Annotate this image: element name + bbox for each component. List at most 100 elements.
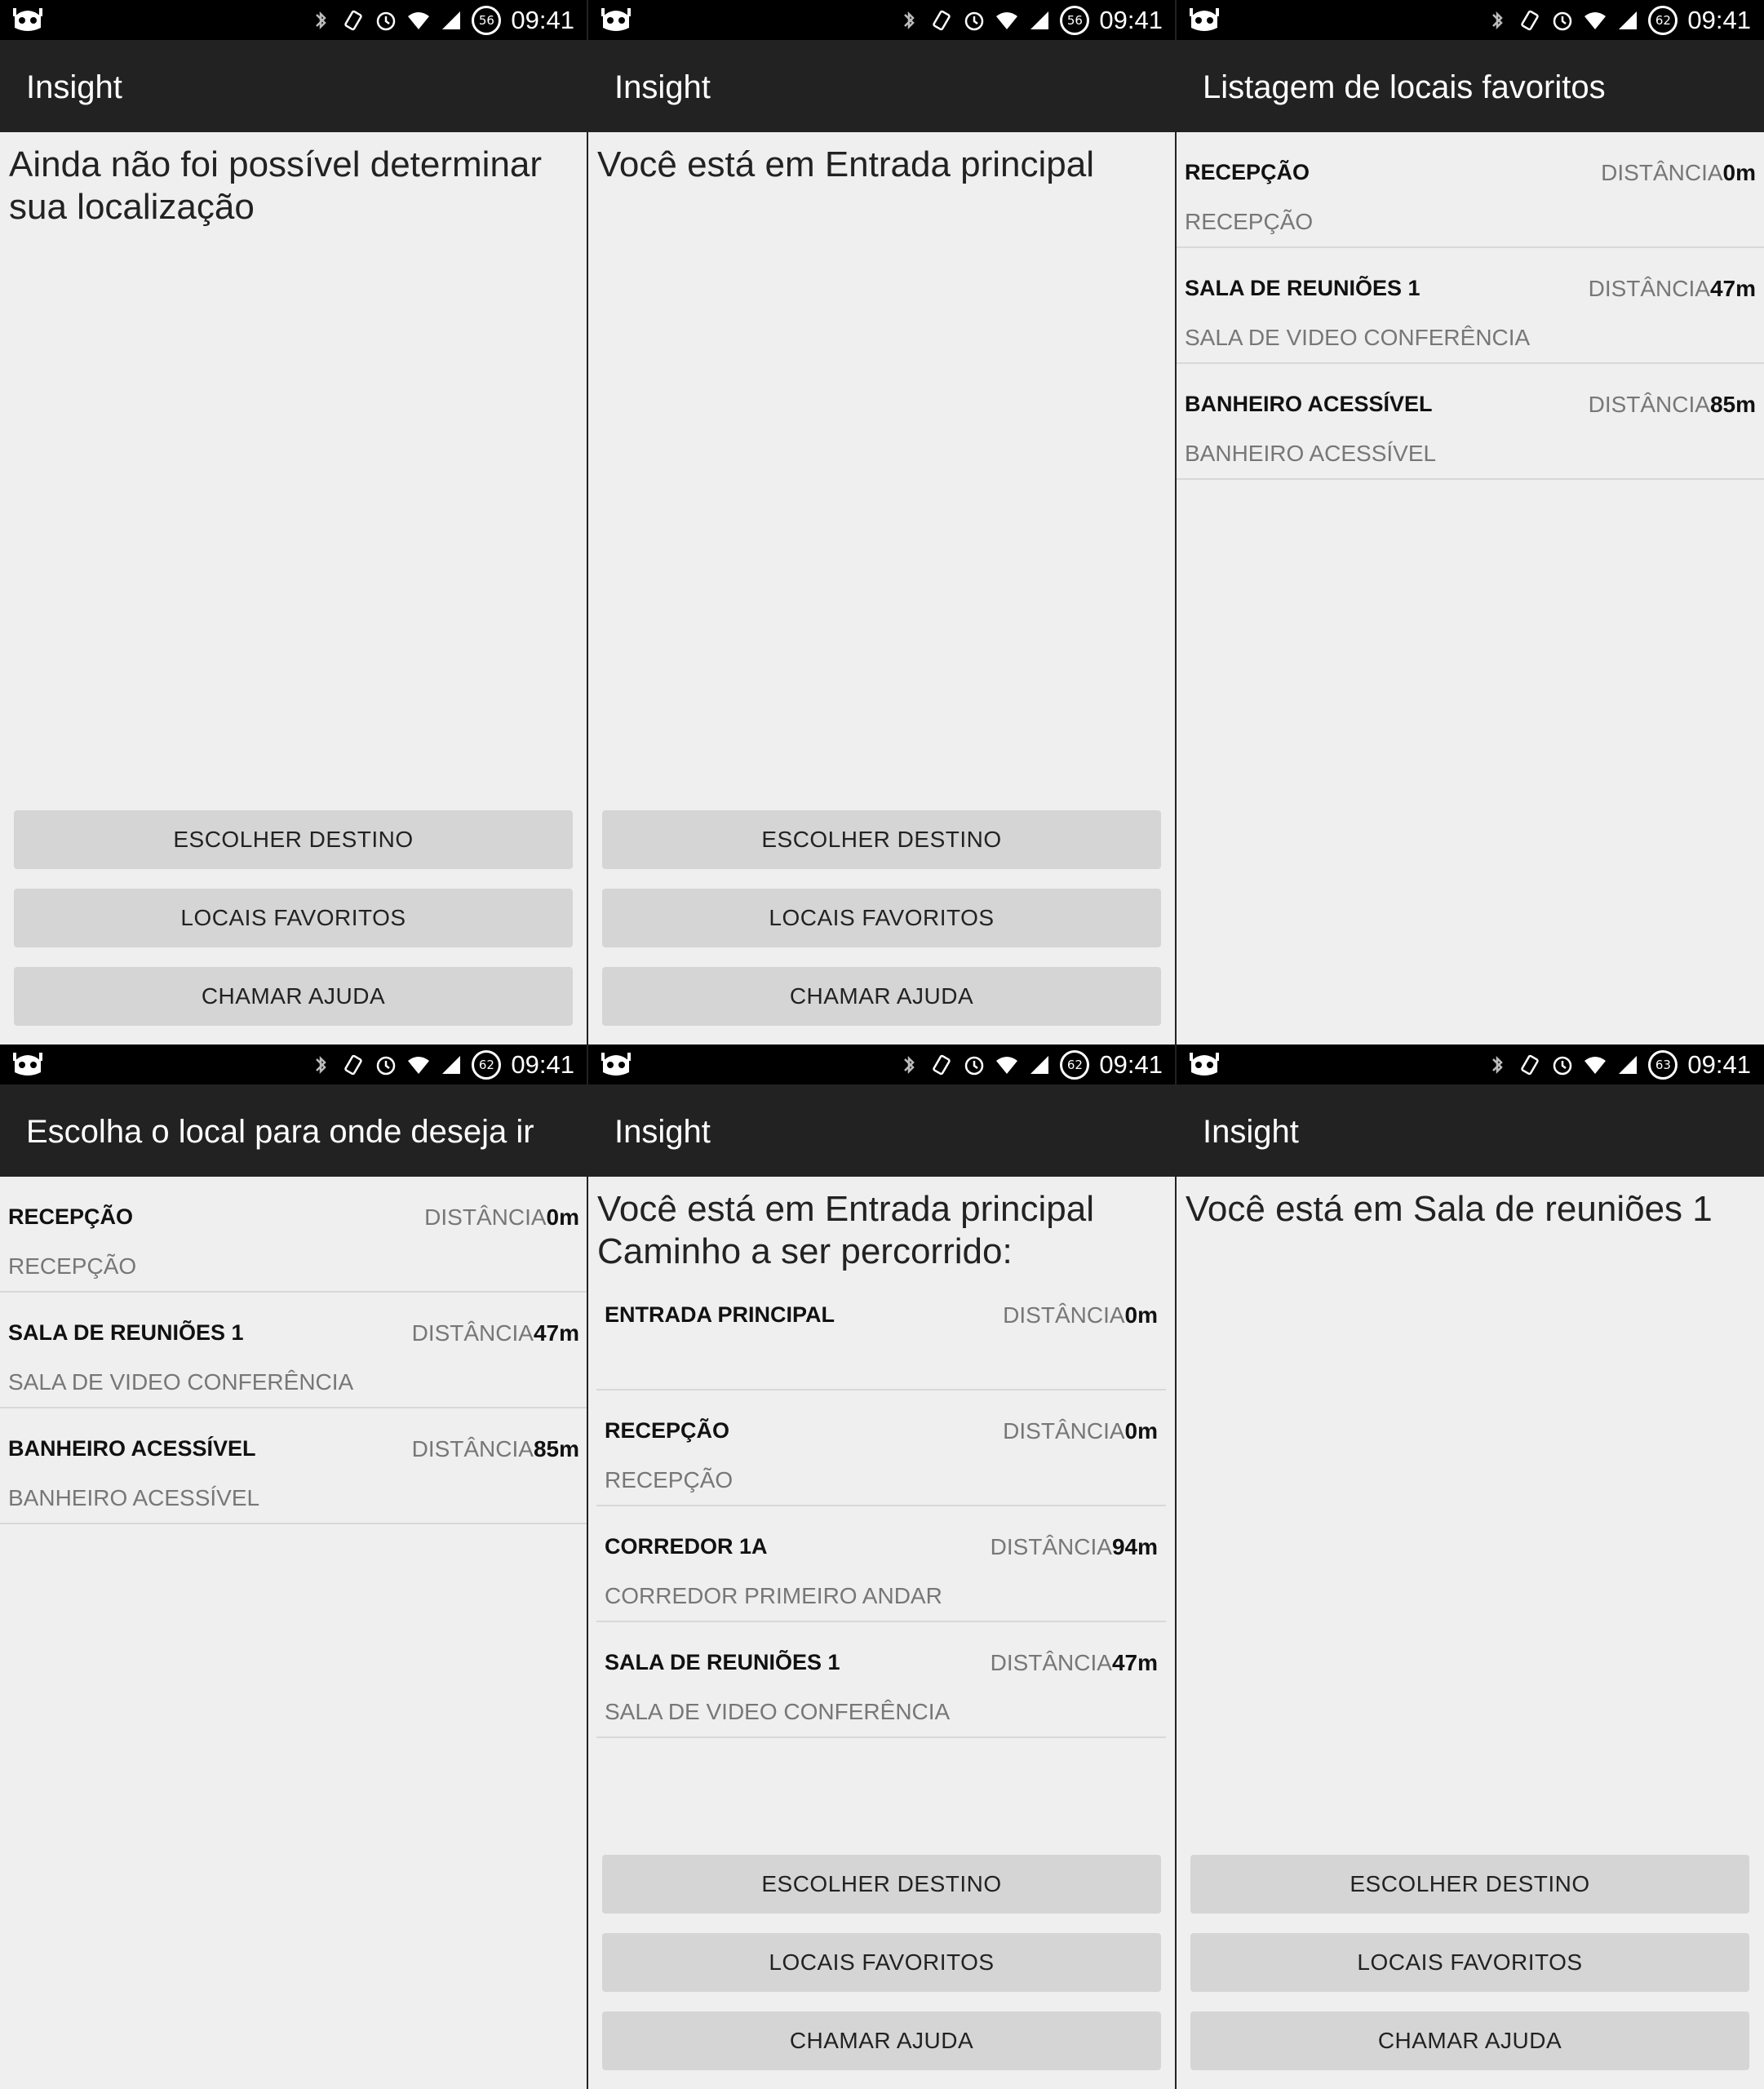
distance: DISTÂNCIA85m	[1588, 392, 1756, 417]
bluetooth-icon	[1492, 11, 1504, 30]
favorites-button[interactable]: LOCAIS FAVORITOS	[602, 1933, 1161, 1992]
screen-current-location: 56 09:41 Insight Você está em Entrada pr…	[588, 0, 1176, 1044]
destination-list: RECEPÇÃO DISTÂNCIA0m RECEPÇÃO SALA DE RE…	[0, 1177, 587, 2089]
signal-icon	[1030, 11, 1049, 29]
action-bar: Insight	[588, 40, 1176, 132]
signal-icon	[1619, 1056, 1638, 1074]
list-item[interactable]: CORREDOR 1A DISTÂNCIA94m CORREDOR PRIMEI…	[596, 1506, 1166, 1622]
action-bar: Insight	[1177, 1084, 1764, 1177]
bluetooth-icon	[1492, 1055, 1504, 1075]
place-description: RECEPÇÃO	[605, 1467, 734, 1492]
route-heading: Caminho a ser percorrido:	[597, 1231, 1013, 1271]
bluetooth-icon	[316, 11, 327, 30]
list-item[interactable]: SALA DE REUNIÕES 1 DISTÂNCIA47m SALA DE …	[0, 1293, 587, 1408]
list-item[interactable]: ENTRADA PRINCIPAL DISTÂNCIA0m	[596, 1275, 1166, 1390]
signal-icon	[1619, 11, 1638, 29]
wifi-icon	[1584, 1057, 1607, 1074]
place-name: RECEPÇÃO	[8, 1204, 134, 1229]
battery-icon: 56	[1060, 6, 1090, 35]
android-robot-icon	[13, 8, 42, 31]
app-title: Insight	[26, 69, 122, 105]
choose-destination-button[interactable]: ESCOLHER DESTINO	[14, 810, 573, 869]
choose-destination-button[interactable]: ESCOLHER DESTINO	[1190, 1855, 1749, 1914]
location-message: Você está em Entrada principal Caminho a…	[597, 1188, 1168, 1273]
list-item[interactable]: RECEPÇÃO DISTÂNCIA0m RECEPÇÃO	[596, 1390, 1166, 1506]
vibrate-icon	[344, 10, 363, 31]
vibrate-icon	[344, 1054, 363, 1076]
clock: 09:41	[511, 6, 574, 34]
place-description: CORREDOR PRIMEIRO ANDAR	[605, 1583, 942, 1608]
favorites-button[interactable]: LOCAIS FAVORITOS	[14, 889, 573, 947]
signal-icon	[442, 1056, 461, 1074]
place-description: BANHEIRO ACESSÍVEL	[8, 1485, 260, 1510]
call-help-button[interactable]: CHAMAR AJUDA	[602, 967, 1161, 1026]
location-message: Ainda não foi possível determinar sua lo…	[9, 144, 543, 227]
screen-route: 62 09:41 Insight Você está em Entrada pr…	[588, 1044, 1176, 2089]
clock: 09:41	[1099, 1050, 1163, 1079]
action-bar: Insight	[588, 1084, 1176, 1177]
android-robot-icon	[601, 8, 631, 31]
status-bar: 62 09:41	[1177, 0, 1764, 40]
screen-no-location: 56 09:41 Insight Ainda não foi possível …	[0, 0, 587, 1044]
list-item[interactable]: BANHEIRO ACESSÍVEL DISTÂNCIA85m BANHEIRO…	[0, 1408, 587, 1524]
vibrate-icon	[1521, 10, 1540, 31]
list-item[interactable]: RECEPÇÃO DISTÂNCIA0m RECEPÇÃO	[0, 1177, 587, 1293]
action-bar: Listagem de locais favoritos	[1177, 40, 1764, 132]
main-content: Ainda não foi possível determinar sua lo…	[0, 132, 587, 1044]
place-name: BANHEIRO ACESSÍVEL	[1185, 392, 1433, 416]
distance: DISTÂNCIA0m	[1003, 1418, 1158, 1444]
clock: 09:41	[1687, 1050, 1751, 1079]
battery-icon: 62	[1060, 1050, 1090, 1080]
status-bar: 56 09:41	[0, 0, 587, 40]
app-title: Insight	[614, 69, 711, 105]
place-description: SALA DE VIDEO CONFERÊNCIA	[605, 1699, 951, 1724]
vibrate-icon	[933, 10, 951, 31]
place-name: SALA DE REUNIÕES 1	[8, 1320, 244, 1345]
wifi-icon	[1584, 12, 1607, 29]
alarm-icon	[377, 11, 396, 31]
clock: 09:41	[511, 1050, 574, 1079]
place-name: BANHEIRO ACESSÍVEL	[8, 1436, 256, 1461]
android-robot-icon	[601, 1053, 631, 1076]
place-name: ENTRADA PRINCIPAL	[605, 1302, 835, 1327]
choose-destination-button[interactable]: ESCOLHER DESTINO	[602, 1855, 1161, 1914]
status-bar: 62 09:41	[588, 1044, 1176, 1084]
place-description: SALA DE VIDEO CONFERÊNCIA	[8, 1369, 354, 1395]
call-help-button[interactable]: CHAMAR AJUDA	[14, 967, 573, 1026]
call-help-button[interactable]: CHAMAR AJUDA	[1190, 2011, 1749, 2070]
distance: DISTÂNCIA0m	[424, 1204, 579, 1230]
list-item[interactable]: SALA DE REUNIÕES 1 DISTÂNCIA47m SALA DE …	[1177, 248, 1764, 364]
android-robot-icon	[13, 1053, 42, 1076]
place-name: RECEPÇÃO	[605, 1418, 730, 1443]
favorites-button[interactable]: LOCAIS FAVORITOS	[602, 889, 1161, 947]
main-content: Você está em Sala de reuniões 1 ESCOLHER…	[1177, 1177, 1764, 2089]
place-name: SALA DE REUNIÕES 1	[1185, 276, 1421, 300]
app-title: Insight	[614, 1114, 711, 1150]
favorites-button[interactable]: LOCAIS FAVORITOS	[1190, 1933, 1749, 1992]
bluetooth-icon	[316, 1055, 327, 1075]
alarm-icon	[965, 1056, 984, 1076]
status-bar: 56 09:41	[588, 0, 1176, 40]
distance: DISTÂNCIA47m	[1588, 276, 1756, 301]
signal-icon	[442, 11, 461, 29]
distance: DISTÂNCIA0m	[1003, 1302, 1158, 1328]
status-bar: 62 09:41	[0, 1044, 587, 1084]
screenshot-collage: 56 09:41 Insight Ainda não foi possível …	[0, 0, 1764, 2089]
distance: DISTÂNCIA94m	[990, 1534, 1158, 1559]
android-robot-icon	[1190, 1053, 1219, 1076]
route-list: ENTRADA PRINCIPAL DISTÂNCIA0m RECEPÇÃO D…	[596, 1275, 1166, 1738]
screen-title: Escolha o local para onde deseja ir	[26, 1114, 534, 1150]
place-name: CORREDOR 1A	[605, 1534, 768, 1559]
place-description: SALA DE VIDEO CONFERÊNCIA	[1185, 325, 1531, 350]
panel-divider	[587, 0, 588, 2089]
list-item[interactable]: SALA DE REUNIÕES 1 DISTÂNCIA47m SALA DE …	[596, 1622, 1166, 1738]
choose-destination-button[interactable]: ESCOLHER DESTINO	[602, 810, 1161, 869]
android-robot-icon	[1190, 8, 1219, 31]
list-item[interactable]: BANHEIRO ACESSÍVEL DISTÂNCIA85m BANHEIRO…	[1177, 364, 1764, 480]
call-help-button[interactable]: CHAMAR AJUDA	[602, 2011, 1161, 2070]
wifi-icon	[996, 1057, 1018, 1074]
distance: DISTÂNCIA47m	[990, 1650, 1158, 1675]
location-message: Você está em Entrada principal	[597, 144, 1095, 184]
list-item[interactable]: RECEPÇÃO DISTÂNCIA0m RECEPÇÃO	[1177, 132, 1764, 248]
distance: DISTÂNCIA0m	[1601, 160, 1756, 185]
